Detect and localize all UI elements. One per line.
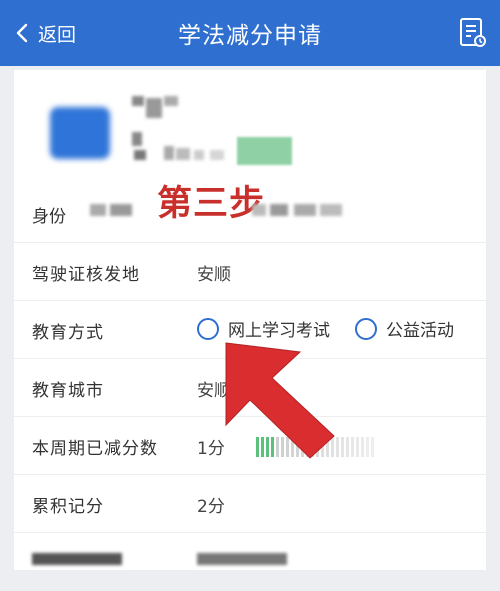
annotation-arrow bbox=[225, 342, 335, 459]
